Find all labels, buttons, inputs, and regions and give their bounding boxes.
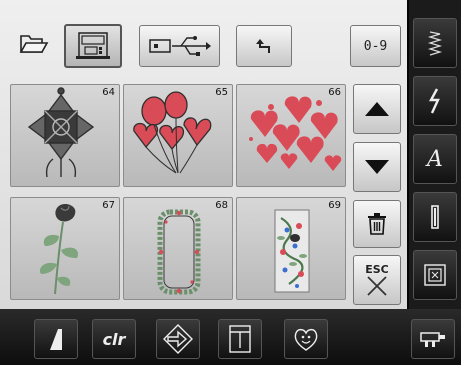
scattered-hearts-design <box>249 96 342 171</box>
buttonholes-button[interactable] <box>413 192 457 242</box>
usb-button[interactable] <box>139 25 220 67</box>
folder-tab-button[interactable] <box>218 319 262 359</box>
clear-icon: clr <box>102 329 126 349</box>
buttonhole-icon <box>431 205 439 229</box>
personal-program-button[interactable] <box>284 319 328 359</box>
smiley-heart-icon <box>294 328 318 351</box>
embroidery-button[interactable] <box>413 250 457 300</box>
machine-memory-button[interactable] <box>64 24 122 68</box>
stitch-width-icon <box>50 329 62 350</box>
rose-design <box>39 204 79 295</box>
diamond-arrow-icon <box>163 324 193 354</box>
bottom-toolbar: clr <box>0 309 461 365</box>
decorative-stitches-button[interactable] <box>413 76 457 126</box>
alphabet-icon: A <box>427 146 443 172</box>
stitch-width-button[interactable] <box>34 319 78 359</box>
clear-button[interactable]: clr <box>92 319 136 359</box>
esc-button[interactable]: ESC <box>353 255 401 305</box>
embroidery-mode-icon <box>420 332 445 347</box>
design-tile-64[interactable]: 64 <box>10 84 120 187</box>
heart-balloons-design <box>133 91 212 174</box>
folder-tab-icon <box>229 325 251 353</box>
triangle-down-icon <box>365 160 389 174</box>
number-entry-button[interactable]: 0-9 <box>350 25 401 67</box>
number-button-label: 0-9 <box>363 38 388 54</box>
back-button[interactable] <box>236 25 292 67</box>
design-tile-69[interactable]: 69 <box>236 197 346 300</box>
design-tile-67[interactable]: 67 <box>10 197 120 300</box>
esc-label: ESC <box>365 262 389 276</box>
design-tile-65[interactable]: 65 <box>123 84 233 187</box>
embroidery-hoop-icon <box>424 264 446 286</box>
design-selection-panel: 0-9 64 65 66 67 68 69 ESC <box>0 0 407 309</box>
design-tile-66[interactable]: 66 <box>236 84 346 187</box>
category-strip: A <box>407 0 461 309</box>
practical-stitches-button[interactable] <box>413 18 457 68</box>
ornamental-cross-design <box>27 87 95 178</box>
alphabets-button[interactable]: A <box>413 134 457 184</box>
return-arrow-icon <box>256 39 270 53</box>
zigzag-stitch-icon <box>427 31 443 56</box>
close-icon <box>367 275 387 296</box>
scroll-up-button[interactable] <box>353 84 401 134</box>
scroll-down-button[interactable] <box>353 142 401 192</box>
floral-frame-design <box>157 209 201 295</box>
diamond-arrow-button[interactable] <box>156 319 200 359</box>
triangle-up-icon <box>365 102 389 116</box>
usb-stick-icon <box>148 36 211 56</box>
design-tile-68[interactable]: 68 <box>123 197 233 300</box>
delete-button[interactable] <box>353 200 401 248</box>
sewing-machine-memory-icon <box>76 32 110 59</box>
folder-open-icon[interactable] <box>18 30 50 56</box>
embroidery-screen: 0-9 64 65 66 67 68 69 ESC A clr <box>0 0 461 365</box>
floral-border-design <box>274 209 310 293</box>
lightning-stitch-icon <box>428 88 440 114</box>
trash-icon <box>368 213 386 235</box>
embroidery-mode-button[interactable] <box>411 319 455 359</box>
